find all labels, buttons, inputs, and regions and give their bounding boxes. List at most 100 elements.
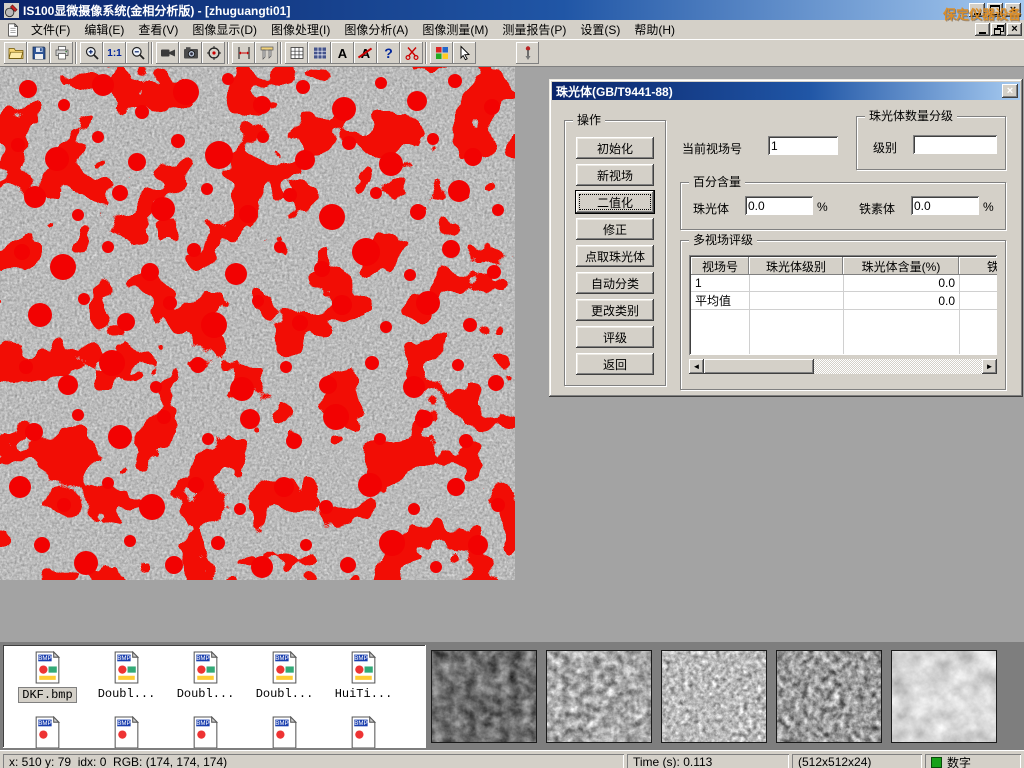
auto-classify-button[interactable]: 自动分类 [576,272,654,294]
micrograph-canvas[interactable] [0,67,515,580]
scroll-left-button[interactable]: ◄ [689,359,704,374]
menu-help[interactable]: 帮助(H) [627,19,682,40]
menu-file[interactable]: 文件(F) [24,19,77,40]
file-name[interactable]: HuiTi... [333,687,395,701]
document-icon[interactable] [6,23,20,37]
binarize-button[interactable]: 二值化 [576,191,654,213]
file-item[interactable]: BMP [8,716,87,748]
correct-button[interactable]: 修正 [576,218,654,240]
new-field-button[interactable]: 新视场 [576,164,654,186]
current-view-label: 当前视场号 [682,140,742,157]
grade-level-input[interactable] [913,135,997,154]
thumbnail-3[interactable] [661,650,767,743]
col-ferrite[interactable]: 铁素 [959,257,997,275]
file-item[interactable]: BMP [324,716,403,748]
camera-button[interactable] [179,42,202,64]
file-item[interactable]: BMP Doubl... [245,651,324,703]
cut-button[interactable] [400,42,423,64]
pearlite-label: 珠光体 [693,200,729,217]
thumbnail-1[interactable] [431,650,537,743]
child-restore-button[interactable] [991,23,1006,36]
actual-size-button[interactable]: 1:1 [103,42,126,64]
col-pearlite-content[interactable]: 珠光体含量(%) [843,257,959,275]
file-name[interactable]: Doubl... [96,687,158,701]
ferrite-percent-input[interactable] [911,196,979,215]
colors-button[interactable] [430,42,453,64]
dialog-title: 珠光体(GB/T9441-88) [556,83,1002,100]
menu-image-measure[interactable]: 图像测量(M) [415,19,495,40]
measure-button[interactable] [232,42,255,64]
font-delete-button[interactable]: A [354,42,377,64]
svg-text:BMP: BMP [38,720,51,727]
col-field-number[interactable]: 视场号 [691,257,749,275]
file-name[interactable]: Doubl... [175,687,237,701]
menu-edit[interactable]: 编辑(E) [77,19,131,40]
close-button[interactable]: × [1005,3,1021,17]
thumbnail-2[interactable] [546,650,652,743]
scrollbar-track[interactable] [704,359,982,374]
file-name[interactable]: DKF.bmp [18,687,76,703]
child-close-button[interactable]: × [1007,23,1022,36]
open-button[interactable] [4,42,27,64]
close-icon: × [1007,86,1013,97]
file-item[interactable]: BMP Doubl... [87,651,166,703]
zoom-out-icon [130,45,146,61]
file-item[interactable]: BMP [166,716,245,748]
menu-report[interactable]: 测量报告(P) [495,19,573,40]
change-class-button[interactable]: 更改类别 [576,299,654,321]
file-item[interactable]: BMP Doubl... [166,651,245,703]
col-pearlite-grade[interactable]: 珠光体级别 [749,257,843,275]
minimize-button[interactable] [969,3,985,17]
scroll-right-button[interactable]: ► [982,359,997,374]
dialog-titlebar[interactable]: 珠光体(GB/T9441-88) × [552,82,1020,100]
actual-size-icon: 1:1 [107,48,121,59]
font-button[interactable]: A [331,42,354,64]
rating-table[interactable]: 视场号 珠光体级别 珠光体含量(%) 铁素 1 0.0 [689,255,997,355]
menu-view[interactable]: 查看(V) [131,19,185,40]
file-browser[interactable]: BMP DKF.bmp BMP Doubl... BMP Doubl... BM… [2,644,426,748]
file-name[interactable]: Doubl... [254,687,316,701]
menu-settings[interactable]: 设置(S) [573,19,627,40]
file-item[interactable]: BMP HuiTi... [324,651,403,703]
pointer-button[interactable] [453,42,476,64]
capture-button[interactable] [202,42,225,64]
current-view-input[interactable] [768,136,838,155]
zoom-in-button[interactable] [80,42,103,64]
font-delete-icon: A [361,46,370,61]
zoom-out-button[interactable] [126,42,149,64]
file-item[interactable]: BMP [87,716,166,748]
table-hscrollbar[interactable]: ◄ ► [689,359,997,374]
child-minimize-button[interactable] [975,23,990,36]
print-button[interactable] [50,42,73,64]
return-button[interactable]: 返回 [576,353,654,375]
app-icon[interactable] [4,3,19,18]
grade-button[interactable]: 评级 [576,326,654,348]
menu-image-display[interactable]: 图像显示(D) [185,19,264,40]
init-button[interactable]: 初始化 [576,137,654,159]
cell-ferrite [959,275,997,292]
save-button[interactable] [27,42,50,64]
file-item[interactable]: BMP DKF.bmp [8,651,87,703]
thumbnail-4[interactable] [776,650,882,743]
titlebar: IS100显微摄像系统(金相分析版) - [zhuguangti01] 保定仪器… [0,0,1024,20]
help-button[interactable]: ? [377,42,400,64]
menu-image-processing[interactable]: 图像处理(I) [264,19,337,40]
grid-dark-button[interactable] [308,42,331,64]
grid-button[interactable] [285,42,308,64]
table-row[interactable]: 1 0.0 [691,275,997,292]
caliper-button[interactable] [255,42,278,64]
scrollbar-thumb[interactable] [704,359,814,374]
pin-button[interactable] [516,42,539,64]
pearlite-percent-input[interactable] [745,196,813,215]
table-row[interactable]: 平均值 0.0 [691,292,997,310]
pick-pearlite-button[interactable]: 点取珠光体 [576,245,654,267]
menu-image-analysis[interactable]: 图像分析(A) [337,19,415,40]
percent-group: 百分含量 珠光体 % 铁素体 % [680,182,1006,230]
file-item[interactable]: BMP [245,716,324,748]
font-icon: A [338,46,347,61]
maximize-button[interactable] [987,3,1003,17]
dialog-close-button[interactable]: × [1002,84,1018,98]
thumbnail-5[interactable] [891,650,997,743]
video-button[interactable] [156,42,179,64]
percent-group-label: 百分含量 [689,175,745,189]
